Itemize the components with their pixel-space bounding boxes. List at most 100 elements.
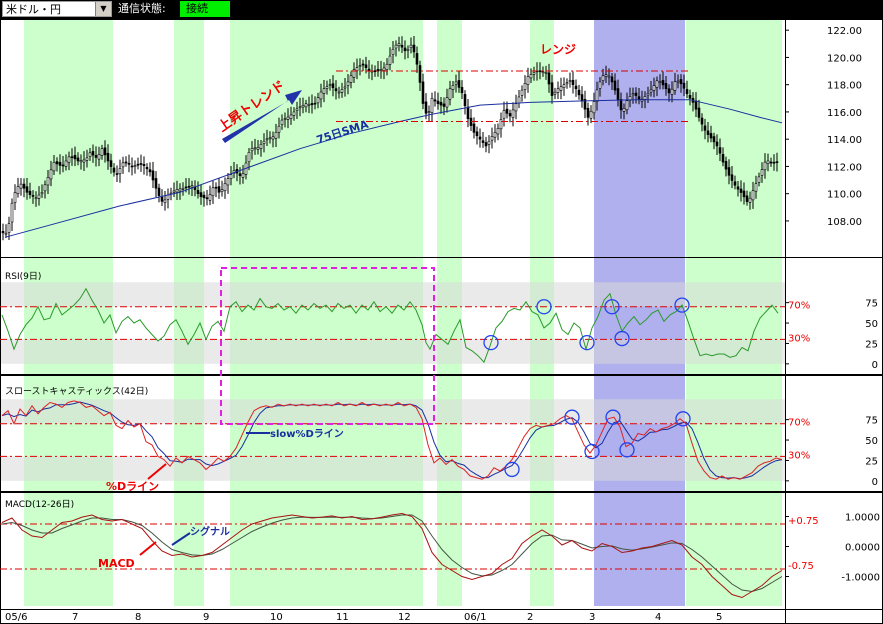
candle-down xyxy=(724,161,728,170)
candle-down xyxy=(733,181,737,186)
candle-up xyxy=(355,67,359,71)
pct-d-annotation: %Dライン xyxy=(106,480,159,493)
candle-down xyxy=(433,99,437,102)
candle-up xyxy=(487,140,491,145)
y-tick-label: 112.00 xyxy=(827,162,862,173)
candle-up xyxy=(322,88,326,94)
green-band xyxy=(24,19,113,257)
candle-up xyxy=(523,83,527,90)
candle-down xyxy=(577,89,581,96)
candle-up xyxy=(391,48,395,55)
candle-down xyxy=(706,130,710,135)
candle-down xyxy=(700,117,704,125)
connection-status-label: 通信状態: xyxy=(118,2,166,15)
candle-up xyxy=(382,67,386,71)
candle-up xyxy=(451,85,455,90)
y-tick-label: 25 xyxy=(865,339,878,350)
candle-up xyxy=(223,183,227,192)
currency-pair-label: 米ドル・円 xyxy=(6,3,61,16)
candle-up xyxy=(622,107,626,112)
y-tick-label: 116.00 xyxy=(827,108,862,119)
macd-label: MACD(12-26日) xyxy=(5,499,74,510)
y-tick-label: 1.0000 xyxy=(845,513,880,524)
y-tick-label: 0 xyxy=(872,360,878,371)
currency-pair-select[interactable]: 米ドル・円 ▼ xyxy=(2,1,112,17)
candle-down xyxy=(718,147,722,154)
candle-up xyxy=(409,44,413,48)
candle-down xyxy=(688,94,692,99)
candle-up xyxy=(85,157,89,161)
candle-up xyxy=(88,152,92,157)
candle-down xyxy=(667,88,671,94)
candle-down xyxy=(310,103,314,106)
candle-down xyxy=(124,161,128,164)
y-tick-label: 50 xyxy=(865,319,878,330)
candle-up xyxy=(670,88,674,95)
candle-up xyxy=(643,96,647,100)
candle-up xyxy=(241,173,245,178)
candle-up xyxy=(532,72,536,75)
candle-down xyxy=(136,163,140,166)
candle-down xyxy=(313,102,317,105)
candle-up xyxy=(43,184,47,192)
candle-up xyxy=(526,76,530,85)
candle-up xyxy=(589,110,593,119)
candle-down xyxy=(361,63,365,66)
candle-down xyxy=(664,83,668,90)
candle-down xyxy=(484,142,488,147)
macd-arrow xyxy=(139,541,157,556)
candle-down xyxy=(463,94,467,107)
candle-up xyxy=(559,86,563,91)
candle-up xyxy=(250,148,254,152)
candle-up xyxy=(79,160,83,163)
candle-up xyxy=(133,165,137,167)
candle-down xyxy=(199,192,203,198)
candle-up xyxy=(646,93,650,96)
candle-down xyxy=(424,101,428,114)
candle-down xyxy=(550,82,554,96)
candle-up xyxy=(406,48,410,51)
candle-up xyxy=(337,91,341,94)
candle-down xyxy=(610,76,614,83)
candle-up xyxy=(175,189,179,193)
candle-down xyxy=(139,163,143,165)
candle-down xyxy=(745,195,749,202)
candle-up xyxy=(454,81,458,85)
candle-down xyxy=(694,100,698,110)
candle-up xyxy=(511,109,515,118)
green-band xyxy=(686,19,782,257)
candle-up xyxy=(499,119,503,130)
candle-up xyxy=(64,160,68,167)
y-tick-label: 110.00 xyxy=(827,190,862,201)
candle-up xyxy=(226,178,230,186)
candle-down xyxy=(457,80,461,88)
candle-up xyxy=(490,136,494,141)
overbought-zone xyxy=(0,282,785,307)
candle-up xyxy=(274,132,278,139)
candle-up xyxy=(514,103,518,112)
candle-down xyxy=(142,164,146,167)
candle-down xyxy=(439,101,443,106)
y-tick-label: -1.0000 xyxy=(841,573,880,584)
candle-down xyxy=(436,100,440,105)
candle-down xyxy=(574,85,578,90)
stoch-70-label: 70% xyxy=(788,418,810,429)
candle-down xyxy=(205,197,209,200)
candle-up xyxy=(358,65,362,68)
candle-down xyxy=(679,79,683,85)
candle-up xyxy=(259,143,263,149)
candle-up xyxy=(445,97,449,108)
candle-down xyxy=(418,65,422,83)
candle-up xyxy=(97,154,101,160)
candle-down xyxy=(112,167,116,173)
candle-down xyxy=(217,186,221,193)
candle-up xyxy=(748,197,752,203)
candle-up xyxy=(247,151,251,163)
macd-annotation: MACD xyxy=(98,557,135,570)
chevron-down-icon[interactable]: ▼ xyxy=(95,2,111,16)
candle-down xyxy=(61,164,65,167)
oversold-zone xyxy=(0,339,785,364)
candle-up xyxy=(325,86,329,89)
candle-down xyxy=(364,64,368,68)
toolbar: 米ドル・円 ▼ 通信状態: 接続 xyxy=(0,0,883,19)
